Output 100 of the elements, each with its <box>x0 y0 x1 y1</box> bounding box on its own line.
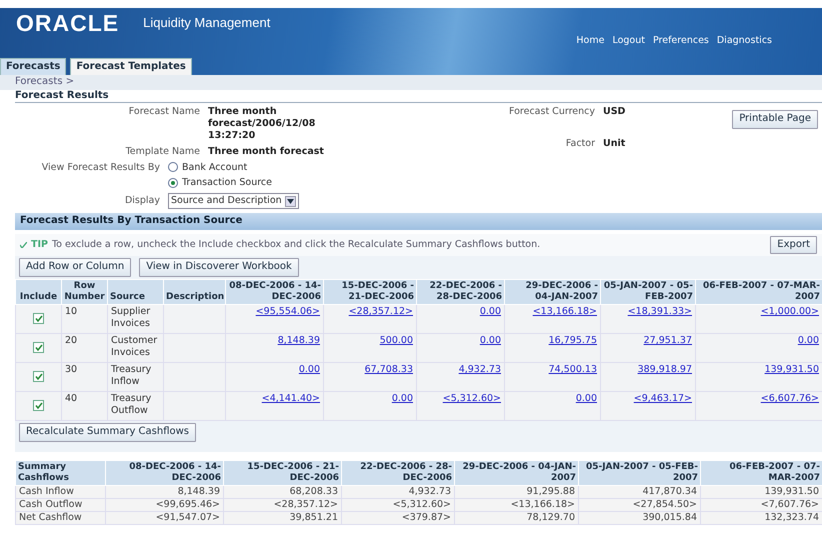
table-cell: <99,695.46> <box>106 498 224 512</box>
breadcrumb-link[interactable]: Forecasts > <box>15 76 74 87</box>
column-header: Source <box>108 279 164 305</box>
include-checkbox[interactable] <box>33 370 44 382</box>
column-header: Summary Cashflows <box>16 460 106 486</box>
amount-link[interactable]: 0.00 <box>298 364 320 376</box>
table-cell: 8,148.39 <box>106 486 224 498</box>
global-link[interactable]: Diagnostics <box>716 35 772 47</box>
table-cell: <5,312.60> <box>342 498 454 512</box>
table-cell: Supplier Invoices <box>108 304 164 334</box>
column-header: 08-DEC-2006 - 14-DEC-2006 <box>226 279 324 305</box>
table-cell: <7,607.76> <box>700 498 822 512</box>
column-header: Row Number <box>62 279 108 305</box>
table-cell: <91,547.07> <box>106 511 224 524</box>
include-checkbox[interactable] <box>33 342 44 353</box>
column-header: 05-JAN-2007 - 05-FEB-2007 <box>600 279 696 305</box>
include-checkbox[interactable] <box>33 312 44 324</box>
field-label: Factor <box>564 138 595 150</box>
table-cell: 40 <box>62 392 108 421</box>
column-header: Description <box>164 279 226 305</box>
check-icon <box>20 242 27 248</box>
amount-link[interactable]: 139,931.50 <box>764 364 819 376</box>
table-cell: <28,357.12> <box>224 498 342 512</box>
amount-link[interactable]: 0.00 <box>392 393 413 404</box>
table-cell: 30 <box>62 362 108 392</box>
field-label: View Forecast Results By <box>40 162 160 174</box>
table-cell: 20 <box>62 334 108 363</box>
field-value: Three month forecast <box>208 146 325 158</box>
field-value: Three month forecast/2006/12/08 13:27:20 <box>208 106 316 142</box>
table-cell: 417,870.34 <box>578 486 700 498</box>
field-label: Template Name <box>124 146 200 158</box>
table-cell: Treasury Inflow <box>108 362 164 392</box>
amount-link[interactable]: 0.00 <box>798 335 819 346</box>
amount-link[interactable]: 27,951.37 <box>644 335 692 346</box>
table-cell: Treasury Outflow <box>108 392 164 421</box>
column-header: 06-FEB-2007 - 07-MAR-2007 <box>696 279 822 305</box>
tip-text: To exclude a row, uncheck the Include checkbox and click the Recalculate Summary Cashflows button. <box>52 238 540 251</box>
column-header: 05-JAN-2007 - 05-FEB-2007 <box>578 460 700 486</box>
field-value: Unit <box>603 138 626 150</box>
amount-link[interactable]: 16,795.75 <box>548 335 597 346</box>
table-cell: 91,295.88 <box>454 486 578 498</box>
display-dropdown[interactable]: Source and Description <box>168 193 299 210</box>
table-cell: 78,129.70 <box>454 511 578 524</box>
amount-link[interactable]: 4,932.73 <box>458 364 501 376</box>
table-cell: 132,323.74 <box>700 511 822 524</box>
caret-icon <box>284 196 296 207</box>
table-cell: Cash Inflow <box>16 486 106 498</box>
table-cell: 390,015.84 <box>578 511 700 524</box>
export-button[interactable]: Export <box>770 236 817 254</box>
global-link[interactable]: Preferences <box>652 35 709 47</box>
table-cell: Customer Invoices <box>108 334 164 363</box>
table-cell: <27,854.50> <box>578 498 700 512</box>
recalculate-button[interactable]: Recalculate Summary Cashflows <box>19 423 196 442</box>
table-cell: <13,166.18> <box>454 498 578 512</box>
column-header: 22-DEC-2006 - 28-DEC-2006 <box>342 460 454 486</box>
logo: ORACLE <box>16 12 120 35</box>
radio-button[interactable] <box>168 178 178 188</box>
amount-link[interactable]: 0.00 <box>480 306 501 318</box>
amount-link[interactable]: 500.00 <box>380 335 413 346</box>
column-header: 29-DEC-2006 - 04-JAN-2007 <box>504 279 600 305</box>
page-title: Forecast Results <box>15 90 822 103</box>
printable-page-button[interactable]: Printable Page <box>732 110 818 128</box>
amount-link[interactable]: 0.00 <box>576 393 597 404</box>
column-header: 29-DEC-2006 - 04-JAN-2007 <box>454 460 578 486</box>
column-header: 22-DEC-2006 - 28-DEC-2006 <box>416 279 504 305</box>
amount-link[interactable]: 74,500.13 <box>548 364 597 376</box>
toolbar-button[interactable]: Add Row or Column <box>19 258 132 277</box>
tab[interactable]: Forecast Templates <box>70 58 192 75</box>
column-header: 08-DEC-2006 - 14-DEC-2006 <box>106 460 224 486</box>
radio-button[interactable] <box>168 162 178 172</box>
table-cell: 68,208.33 <box>224 486 342 498</box>
column-header: 15-DEC-2006 - 21-DEC-2006 <box>324 279 416 305</box>
global-link[interactable]: Logout <box>612 35 645 47</box>
toolbar-button[interactable]: View in Discoverer Workbook <box>139 258 299 277</box>
table-cell: Net Cashflow <box>16 511 106 524</box>
column-header: 06-FEB-2007 - 07-MAR-2007 <box>700 460 822 486</box>
global-link[interactable]: Home <box>576 35 604 47</box>
field-value: USD <box>603 106 626 118</box>
table-cell: 10 <box>62 304 108 334</box>
column-header: 15-DEC-2006 - 21-DEC-2006 <box>224 460 342 486</box>
table-cell: 4,932.73 <box>342 486 454 498</box>
field-label: Forecast Currency <box>508 106 595 118</box>
table-cell: 139,931.50 <box>700 486 822 498</box>
amount-link[interactable]: 8,148.39 <box>278 335 320 346</box>
column-header: Include <box>16 279 62 305</box>
table-cell: Cash Outflow <box>16 498 106 512</box>
amount-link[interactable]: <6,607.76> <box>760 393 819 404</box>
amount-link[interactable]: 0.00 <box>480 335 501 346</box>
field-label: Forecast Name <box>128 106 200 119</box>
radio-label: Bank Account <box>182 162 248 174</box>
field-label: Display <box>124 195 160 208</box>
tip-label: TIP <box>31 238 48 251</box>
radio-label: Transaction Source <box>182 177 272 190</box>
tab[interactable]: Forecasts <box>0 58 66 75</box>
app-title: Liquidity Management <box>143 15 270 32</box>
table-cell: <379.87> <box>342 511 454 524</box>
section-header: Forecast Results By Transaction Source <box>15 213 822 230</box>
include-checkbox[interactable] <box>33 400 44 411</box>
amount-link[interactable]: <1,000.00> <box>760 306 819 318</box>
table-cell: 39,851.21 <box>224 511 342 524</box>
